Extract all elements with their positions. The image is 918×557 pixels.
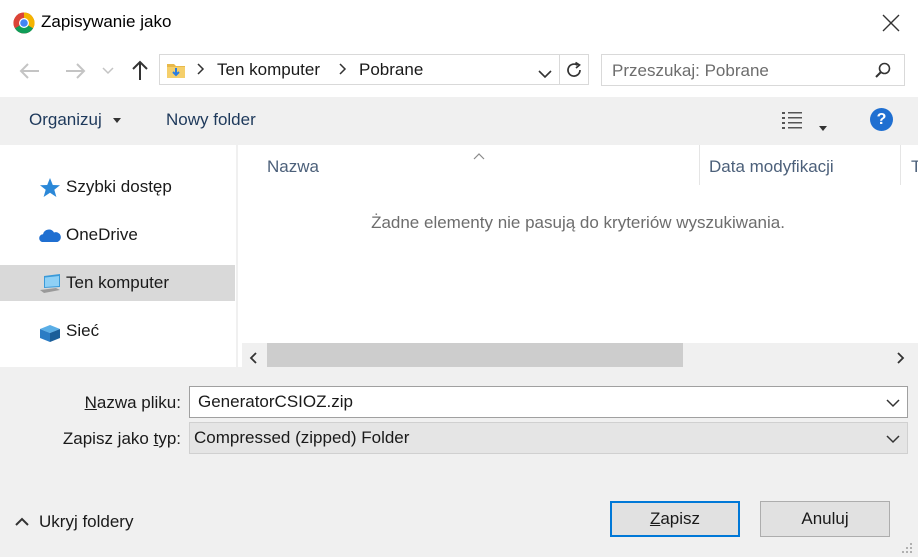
caret-down-icon <box>112 117 121 123</box>
breadcrumb-separator-icon <box>196 60 206 83</box>
refresh-icon <box>567 61 581 77</box>
sort-ascending-icon <box>473 145 485 165</box>
sidebar-item-label: Szybki dostęp <box>66 177 172 196</box>
sidebar-item-onedrive[interactable]: OneDrive <box>0 217 235 253</box>
chevron-down-icon <box>885 431 901 445</box>
organize-label: Organizuj <box>29 110 102 129</box>
downloads-folder-icon <box>166 60 186 85</box>
star-icon <box>38 177 62 199</box>
scrollbar-thumb[interactable] <box>267 343 683 367</box>
scroll-right-icon[interactable] <box>896 349 906 369</box>
command-bar: Organizuj Nowy folder ? <box>0 97 918 145</box>
window-title: Zapisywanie jako <box>41 12 172 31</box>
navigation-pane: Szybki dostęp OneDrive Ten komputer Sieć <box>0 145 238 367</box>
forward-button[interactable] <box>62 58 88 84</box>
arrow-right-icon <box>66 63 86 79</box>
empty-state-message: Żadne elementy nie pasują do kryteriów w… <box>371 213 785 232</box>
details-view-icon <box>782 112 802 129</box>
sidebar-item-label: Sieć <box>66 321 100 340</box>
arrow-up-icon <box>132 60 148 80</box>
refresh-button[interactable] <box>560 54 589 85</box>
scroll-left-icon[interactable] <box>248 349 258 369</box>
title-bar: Zapisywanie jako <box>0 0 918 46</box>
view-dropdown-button[interactable] <box>818 117 828 137</box>
hide-folders-label: Ukryj foldery <box>39 512 134 531</box>
help-button[interactable]: ? <box>870 108 893 131</box>
up-button[interactable] <box>127 58 153 84</box>
network-icon <box>38 321 62 343</box>
search-box[interactable] <box>601 54 905 86</box>
file-list[interactable]: Nazwa Data modyfikacji T Żadne elementy … <box>238 145 918 367</box>
caret-down-icon <box>819 126 827 131</box>
close-icon <box>882 14 900 32</box>
organize-button[interactable]: Organizuj <box>29 110 122 130</box>
chevron-up-icon <box>15 517 29 526</box>
sidebar-item-this-pc[interactable]: Ten komputer <box>0 265 235 301</box>
arrow-left-icon <box>19 63 39 79</box>
recent-locations-button[interactable] <box>98 58 118 84</box>
search-input[interactable] <box>612 61 867 81</box>
column-divider[interactable] <box>900 145 901 185</box>
help-icon: ? <box>876 110 887 128</box>
column-header-date-modified[interactable]: Data modyfikacji <box>709 157 834 177</box>
save-as-type-value: Compressed (zipped) Folder <box>194 428 410 447</box>
breadcrumb-item[interactable]: Pobrane <box>359 60 423 80</box>
sidebar-item-quick-access[interactable]: Szybki dostęp <box>0 169 235 205</box>
filename-input[interactable]: GeneratorCSIOZ.zip <box>198 392 353 412</box>
sidebar-item-network[interactable]: Sieć <box>0 313 235 349</box>
cancel-button[interactable]: Anuluj <box>760 501 890 537</box>
computer-icon <box>38 273 62 295</box>
chevron-down-icon <box>102 67 114 75</box>
breadcrumb-item[interactable]: Ten komputer <box>217 60 320 80</box>
save-as-type-select[interactable]: Compressed (zipped) Folder <box>189 422 908 454</box>
sidebar-item-label: Ten komputer <box>66 273 169 292</box>
address-history-button[interactable] <box>538 64 552 84</box>
new-folder-button[interactable]: Nowy folder <box>166 110 256 130</box>
view-options-button[interactable] <box>781 110 805 135</box>
breadcrumb-separator-icon <box>338 60 348 83</box>
chrome-icon <box>13 12 35 34</box>
chevron-down-icon <box>538 70 552 79</box>
column-header-name[interactable]: Nazwa <box>267 157 319 177</box>
column-header-type[interactable]: T <box>911 157 918 177</box>
search-icon[interactable] <box>874 61 892 84</box>
column-divider[interactable] <box>699 145 700 185</box>
back-button[interactable] <box>17 58 43 84</box>
sidebar-item-label: OneDrive <box>66 225 138 244</box>
close-button[interactable] <box>870 6 912 40</box>
save-button[interactable]: Zapisz <box>610 501 740 537</box>
filename-label: Nazwa pliku: <box>84 393 181 412</box>
address-bar[interactable]: Ten komputer Pobrane <box>159 54 560 85</box>
resize-grip-icon[interactable] <box>900 540 914 557</box>
chevron-down-icon[interactable] <box>885 395 901 409</box>
save-as-type-label: Zapisz jako typ: <box>62 429 181 448</box>
filename-combobox[interactable]: GeneratorCSIOZ.zip <box>189 386 908 418</box>
hide-folders-button[interactable]: Ukryj foldery <box>14 512 133 532</box>
cloud-icon <box>38 225 62 247</box>
